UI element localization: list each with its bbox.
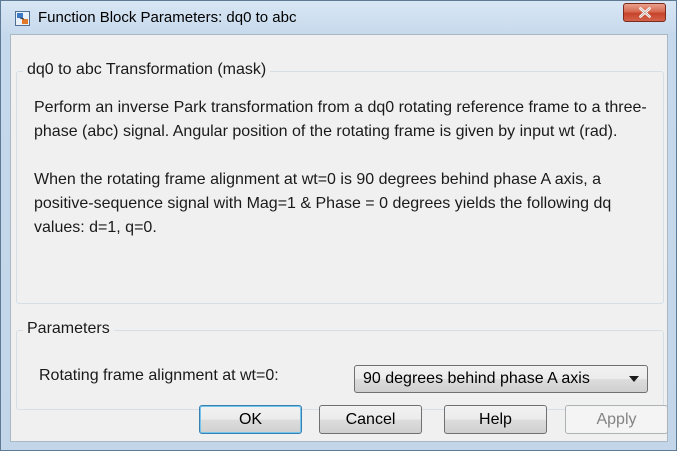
description-group-title: dq0 to abc Transformation (mask): [23, 61, 271, 79]
alignment-dropdown-value: 90 degrees behind phase A axis: [363, 370, 590, 387]
description-paragraph-2: When the rotating frame alignment at wt=…: [34, 171, 612, 236]
window-title: Function Block Parameters: dq0 to abc: [38, 9, 297, 26]
close-icon: [639, 7, 651, 18]
parameters-group-title: Parameters: [23, 320, 114, 338]
ok-button[interactable]: OK: [199, 405, 302, 434]
apply-button[interactable]: Apply: [565, 405, 668, 434]
description-text: Perform an inverse Park transformation f…: [34, 96, 654, 264]
alignment-label: Rotating frame alignment at wt=0:: [39, 367, 279, 384]
chevron-down-icon: [629, 376, 639, 382]
alignment-dropdown[interactable]: 90 degrees behind phase A axis: [354, 365, 648, 393]
title-bar[interactable]: Function Block Parameters: dq0 to abc: [1, 1, 676, 34]
cancel-button[interactable]: Cancel: [319, 405, 422, 434]
description-group: dq0 to abc Transformation (mask) Perform…: [16, 61, 664, 304]
close-button[interactable]: [623, 3, 666, 22]
description-paragraph-1: Perform an inverse Park transformation f…: [34, 99, 647, 140]
simulink-block-icon: [15, 11, 30, 26]
dialog-window: Function Block Parameters: dq0 to abc dq…: [0, 0, 677, 451]
dialog-client-area: dq0 to abc Transformation (mask) Perform…: [10, 34, 668, 442]
help-button[interactable]: Help: [444, 405, 547, 434]
